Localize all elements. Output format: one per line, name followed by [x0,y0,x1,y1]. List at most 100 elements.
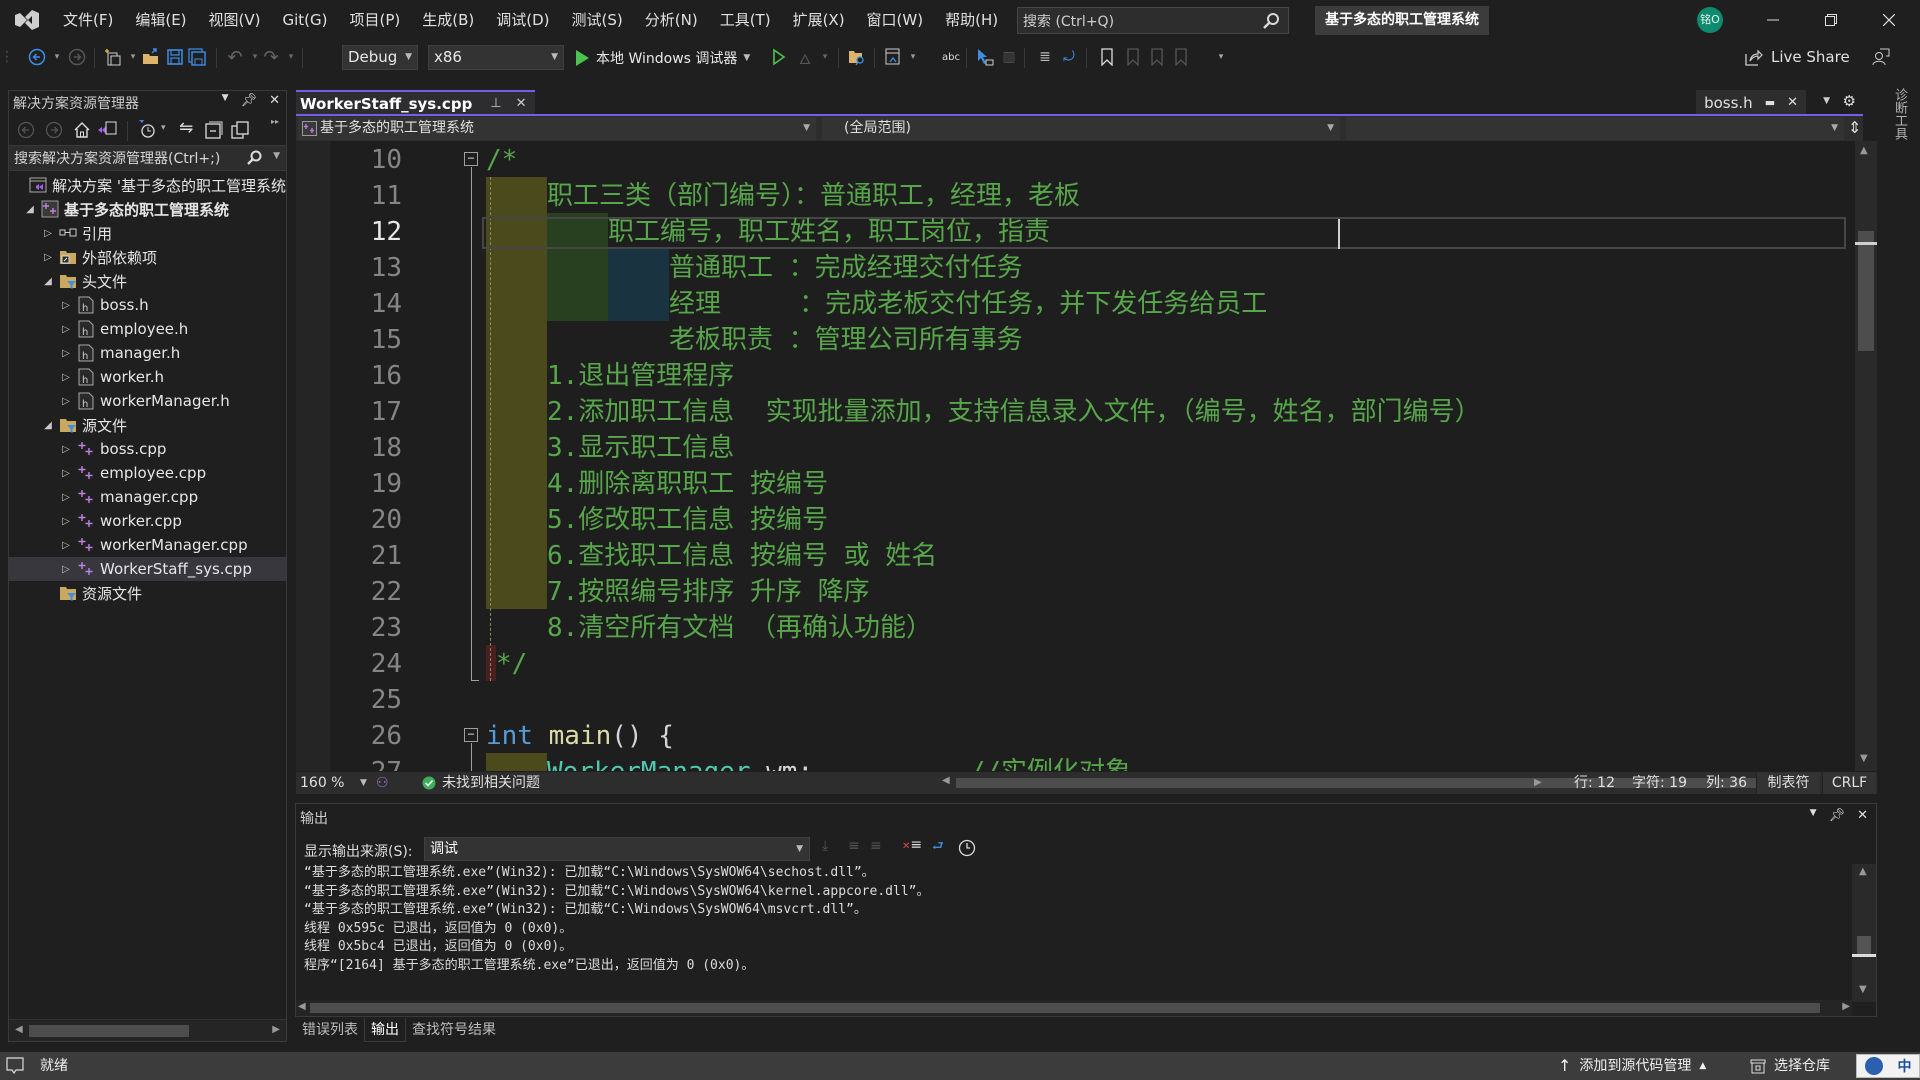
tree-item[interactable]: ▷ 外部依赖项 [9,245,286,269]
collapsed-caret-icon[interactable]: ▷ [59,300,73,311]
tab-boss-h-preview[interactable]: boss.h ▬ ✕ [1696,90,1806,115]
project-scope-select[interactable]: 基于多态的职工管理系统 ▼ [298,117,816,140]
scrollbar-thumb[interactable] [310,1003,1820,1013]
collapsed-caret-icon[interactable]: ▷ [59,348,73,359]
browser-link-button[interactable] [884,48,902,66]
pin-tab-icon[interactable]: ⊥ [490,96,501,111]
previous-bookmark-button[interactable] [1124,48,1142,66]
navigate-back-button[interactable] [28,48,46,66]
spell-check-button[interactable]: abc [942,48,960,66]
menu-git[interactable]: Git(G) [272,0,339,40]
menu-analyze[interactable]: 分析(N) [634,0,709,40]
editor-vscrollbar[interactable]: ▲ ▼ [1855,141,1877,771]
expanded-caret-icon[interactable]: ◢ [23,204,37,215]
solution-configuration-select[interactable]: Debug ▼ [342,45,418,70]
feedback-button[interactable] [1872,48,1890,66]
next-message-icon[interactable]: ≡ [870,838,882,854]
menu-file[interactable]: 文件(F) [52,0,124,40]
clear-all-icon[interactable]: ✕≡ [902,837,922,853]
scrollbar-thumb[interactable] [29,1025,189,1037]
zoom-dropdown-icon[interactable]: ▼ [360,772,367,794]
minimize-button[interactable] [1750,0,1796,40]
scroll-right-icon[interactable]: ▶ [1842,1001,1850,1012]
solution-explorer-hscrollbar[interactable]: ◀ ▶ [9,1019,286,1041]
zoom-level-select[interactable]: 160 % [300,772,344,794]
close-panel-icon[interactable]: ✕ [1857,808,1868,823]
collapsed-caret-icon[interactable]: ▷ [59,516,73,527]
close-panel-icon[interactable]: ✕ [269,93,280,108]
collapsed-caret-icon[interactable]: ▷ [59,444,73,455]
member-scope-select[interactable]: ▼ [1346,117,1844,140]
redo-button[interactable]: ↷ [262,47,280,68]
redo-dropdown-icon[interactable]: ▾ [282,48,300,66]
previous-message-icon[interactable]: ≡ [848,838,860,854]
pin-icon[interactable]: 📌︎ [241,93,258,108]
scrollbar-thumb[interactable] [1858,231,1874,351]
tree-item[interactable]: ▷ boss.cpp [9,437,286,461]
toggle-bookmark-button[interactable] [1098,48,1116,66]
output-source-select[interactable]: 调试 ▼ [424,837,810,861]
collapsed-caret-icon[interactable]: ▷ [59,564,73,575]
tree-item[interactable]: ▷ h manager.h [9,341,286,365]
tree-item[interactable]: ▷ h workerManager.h [9,389,286,413]
home-icon[interactable] [73,121,91,139]
scroll-right-icon[interactable]: ▶ [1534,772,1542,794]
switch-views-icon[interactable] [97,120,117,140]
intellicode-icon[interactable]: ⚇ [376,772,389,794]
collapsed-caret-icon[interactable]: ▷ [41,228,55,239]
search-options-dropdown-icon[interactable]: ▼ [273,151,280,161]
collapsed-caret-icon[interactable]: ▷ [59,372,73,383]
scroll-up-icon[interactable]: ▲ [1860,145,1868,156]
indentation-mode[interactable]: 制表符 [1756,772,1820,794]
menu-extensions[interactable]: 扩展(X) [782,0,856,40]
solution-platform-select[interactable]: x86 ▼ [428,45,564,70]
tree-item[interactable]: ▷ WorkerStaff_sys.cpp [9,557,286,581]
comment-lines-button[interactable]: ≣ [1036,48,1054,66]
tree-item[interactable]: 资源文件 [9,581,286,605]
collapsed-caret-icon[interactable]: ▷ [59,540,73,551]
scroll-right-icon[interactable]: ▶ [272,1024,280,1035]
tree-item[interactable]: ◢ 头文件 [9,269,286,293]
pin-icon[interactable]: 📌︎ [1829,808,1846,823]
account-avatar[interactable]: 铭O [1697,7,1723,33]
start-debugging-button[interactable]: 本地 Windows 调试器 ▼ [574,45,750,70]
live-share-button[interactable]: Live Share [1745,48,1850,66]
output-vscrollbar[interactable]: ▲ ▼ [1852,864,1876,1002]
type-scope-select[interactable]: (全局范围) ▼ [822,117,1340,140]
scrollbar-thumb[interactable] [1857,936,1871,956]
open-file-button[interactable] [142,48,160,66]
hot-reload-dropdown-icon[interactable]: ▾ [816,48,834,66]
show-all-files-icon[interactable] [231,121,249,139]
toolbar-overflow-icon[interactable]: ▸▸ [271,117,279,126]
pending-changes-filter-icon[interactable] [137,119,157,139]
output-text[interactable]: “基于多态的职工管理系统.exe”(Win32): 已加载“C:\Windows… [304,864,1844,990]
tab-output[interactable]: 输出 [364,1018,406,1042]
close-window-button[interactable] [1866,0,1912,40]
find-message-in-code-icon[interactable]: ⤓ [822,838,828,854]
scroll-left-icon[interactable]: ◀ [298,1001,306,1012]
char-indicator[interactable]: 字符: 19 [1632,772,1687,794]
back-dropdown-icon[interactable]: ▾ [48,48,66,66]
new-dropdown-icon[interactable]: ▾ [124,48,142,66]
code-editor[interactable]: − − 10/* 11 职工三类（部门编号）：普通职工，经理，老板 12 职工编号，职工… [296,141,1863,771]
close-tab-icon[interactable]: ✕ [516,96,527,111]
clear-bookmarks-button[interactable] [1172,48,1190,66]
output-hscrollbar[interactable]: ◀ ▶ [296,1000,1852,1016]
diagnostic-tools-side-tab[interactable]: 诊断工具 [1887,88,1909,148]
tab-error-list[interactable]: 错误列表 [296,1018,364,1042]
tree-item[interactable]: ▷ h worker.h [9,365,286,389]
split-window-icon[interactable]: ⇕ [1848,118,1861,137]
back-icon[interactable] [17,121,35,139]
menu-view[interactable]: 视图(V) [198,0,272,40]
scroll-down-icon[interactable]: ▼ [1859,984,1867,995]
layout-button[interactable]: ▥ [1000,48,1018,66]
scroll-left-icon[interactable]: ◀ [15,1024,23,1035]
expanded-caret-icon[interactable]: ◢ [41,276,55,287]
line-indicator[interactable]: 行: 12 [1574,772,1615,794]
ime-indicator[interactable]: 中 [1856,1054,1920,1078]
menu-test[interactable]: 测试(S) [561,0,634,40]
tab-find-symbol-results[interactable]: 查找符号结果 [406,1018,502,1042]
panel-options-dropdown-icon[interactable]: ▼ [1810,808,1817,823]
menu-project[interactable]: 项目(P) [339,0,412,40]
save-all-button[interactable] [188,48,206,66]
